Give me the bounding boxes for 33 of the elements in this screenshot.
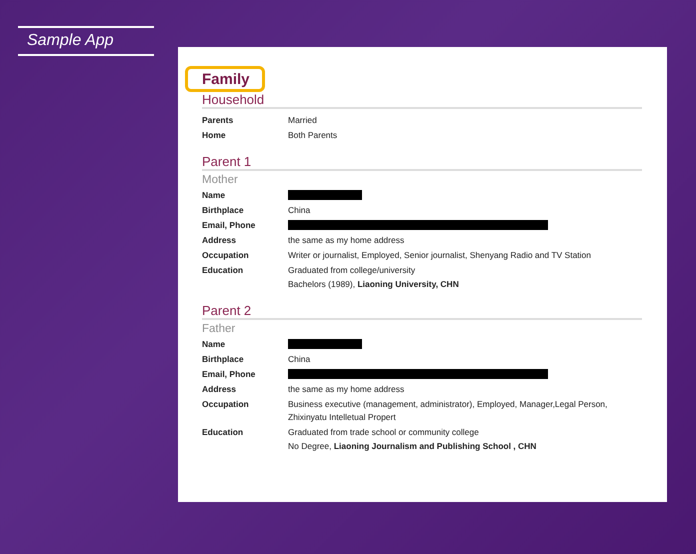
field-label: Birthplace <box>202 353 245 366</box>
page-title: Family <box>185 66 265 92</box>
field-value: Bachelors (1989), Liaoning University, CHN <box>288 278 460 291</box>
field-label: Education <box>202 426 244 439</box>
field-value: Graduated from college/university <box>288 264 416 277</box>
field-label: Address <box>202 234 238 247</box>
app-title: Sample App <box>27 32 114 49</box>
field-value: the same as my home address <box>288 383 406 396</box>
field-label: Email, Phone <box>202 368 256 381</box>
field-value: China <box>288 204 312 217</box>
field-label: Parents <box>202 114 234 127</box>
field-value: China <box>288 353 312 366</box>
field-value: Business executive (management, administrator), Employed, Manager,Legal Person, Zhixinyatu Intelletual Propert <box>288 398 608 424</box>
field-label: Education <box>202 264 244 277</box>
field-label: Birthplace <box>202 204 245 217</box>
field-label: Email, Phone <box>202 219 256 232</box>
section-heading: Household <box>202 92 642 109</box>
section-heading: Parent 1 <box>202 154 642 171</box>
field-label: Occupation <box>202 398 250 411</box>
section-heading: Parent 2 <box>202 303 642 320</box>
field-label: Occupation <box>202 249 250 262</box>
field-value: Writer or journalist, Employed, Senior journalist, Shenyang Radio and TV Station <box>288 249 592 262</box>
field-label: Name <box>202 189 226 202</box>
field-value: Married <box>288 114 318 127</box>
relation-label: Mother <box>202 173 239 187</box>
field-label: Name <box>202 338 226 351</box>
field-value: Both Parents <box>288 129 338 142</box>
relation-label: Father <box>202 322 236 336</box>
field-value: Graduated from trade school or community college <box>288 426 480 439</box>
field-label: Address <box>202 383 238 396</box>
field-value: No Degree, Liaoning Journalism and Publishing School , CHN <box>288 440 538 453</box>
field-value: the same as my home address <box>288 234 406 247</box>
field-label: Home <box>202 129 227 142</box>
